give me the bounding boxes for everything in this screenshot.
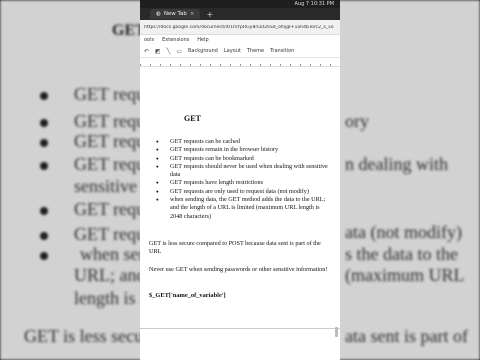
bg-fragment: (maximum URL (345, 265, 465, 285)
bg-line: when sen (80, 244, 148, 264)
menu-help[interactable]: Help (197, 37, 208, 43)
background-button[interactable]: Background (188, 48, 218, 54)
status-time: Aug 7 10:31 PM (294, 1, 334, 7)
document-page[interactable]: GET GET requests can be cached GET reque… (140, 72, 340, 360)
shapes-icon[interactable]: ◩ (155, 48, 161, 55)
list-item: GET requests should never be used when d… (154, 163, 329, 180)
new-tab-icon[interactable]: + (206, 10, 213, 19)
bg-fragment: ata (not modify) (345, 222, 462, 242)
transition-button[interactable]: Transition (270, 48, 294, 54)
bg-bullet (40, 92, 48, 100)
bg-bullet (40, 232, 48, 240)
bg-fragment: ory (345, 111, 369, 131)
list-item: GET requests have length restrictions (154, 179, 329, 188)
theme-button[interactable]: Theme (247, 48, 264, 54)
ruler (140, 58, 340, 67)
list-item: GET requests remain in the browser histo… (154, 146, 329, 155)
menu-tools[interactable]: ools (144, 37, 154, 43)
tab-title: New Tab (163, 11, 187, 17)
globe-icon: ◍ (156, 11, 161, 17)
bg-line: length is 2 (74, 288, 149, 308)
paragraph-warning: Never use GET when sending passwords or … (149, 266, 328, 273)
undo-icon[interactable]: ↶ (144, 48, 149, 55)
url-text[interactable]: https://docs.google.com/document/d/1hlYp… (144, 25, 334, 30)
list-item: GET requests can be bookmarked (154, 155, 329, 164)
bg-fragment: n dealing with (345, 154, 448, 174)
close-tab-icon[interactable]: × (190, 11, 195, 17)
scrollbar-thumb[interactable] (335, 327, 338, 337)
phone-screen: Aug 7 10:31 PM ◍ New Tab × + https://doc… (140, 0, 340, 360)
bg-line: GET is less secur (24, 326, 150, 346)
menu-bar: ools Extensions Help (140, 35, 340, 45)
page-divider (140, 328, 340, 329)
bg-bullet (40, 139, 48, 147)
bg-bullet (40, 162, 48, 170)
menu-extensions[interactable]: Extensions (162, 37, 189, 43)
bg-bullet (40, 252, 48, 260)
line-icon[interactable]: ╲ (167, 48, 171, 55)
status-bar: Aug 7 10:31 PM (140, 0, 340, 8)
bg-fragment: s the data to the (345, 244, 458, 264)
bg-bullet (40, 119, 48, 127)
list-item: GET requests can be cached (154, 138, 329, 147)
list-item: when sending data, the GET method adds t… (154, 196, 329, 221)
bg-line: URL; and (74, 265, 146, 285)
bg-fragment: ata sent is part of (345, 326, 468, 346)
browser-tab[interactable]: ◍ New Tab × (150, 9, 201, 19)
bullet-list: GET requests can be cached GET requests … (154, 138, 329, 221)
address-bar[interactable]: https://docs.google.com/document/d/1hlYp… (140, 20, 340, 35)
comment-icon[interactable]: ▭ (176, 48, 182, 55)
code-snippet: $_GET['name_of_variable'] (149, 292, 226, 299)
list-item: GET requests are only used to request da… (154, 188, 329, 197)
layout-button[interactable]: Layout (224, 48, 241, 54)
editor-toolbar: ↶ ◩ ╲ ▭ Background Layout Theme Transiti… (140, 45, 340, 58)
paragraph-security: GET is less secure compared to POST beca… (149, 240, 321, 256)
browser-tab-bar: ◍ New Tab × + (140, 8, 340, 20)
doc-heading: GET (184, 114, 201, 123)
bg-bullet (40, 207, 48, 215)
